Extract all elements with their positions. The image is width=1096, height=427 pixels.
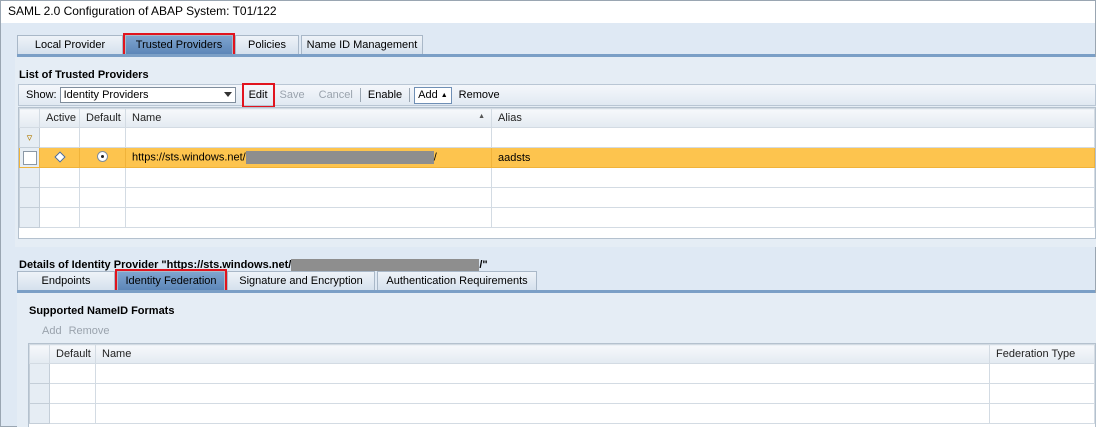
show-label: Show:: [26, 89, 57, 101]
tab-identity-federation[interactable]: Identity Federation: [115, 269, 227, 292]
row-select-box[interactable]: [22, 150, 37, 165]
tab-local-provider[interactable]: Local Provider: [17, 35, 123, 54]
tab-label: Policies: [248, 39, 286, 51]
table-row[interactable]: [29, 383, 1095, 404]
table-row[interactable]: [29, 403, 1095, 424]
add-button-label: Add: [418, 89, 438, 101]
active-cell: [39, 147, 80, 168]
row-selector[interactable]: [29, 363, 50, 384]
tab-label: Trusted Providers: [135, 39, 223, 51]
filter-default[interactable]: [79, 127, 126, 148]
tab-authentication-requirements[interactable]: Authentication Requirements: [377, 271, 537, 290]
table-row[interactable]: https://sts.windows.net/ / aadsts: [19, 147, 1095, 168]
add-menu-button[interactable]: Add ▲: [414, 86, 452, 104]
tab-policies[interactable]: Policies: [235, 35, 299, 54]
tab-endpoints[interactable]: Endpoints: [17, 271, 115, 290]
column-header-federation-type[interactable]: Federation Type: [989, 344, 1095, 364]
sort-ascending-icon: ▲: [478, 113, 485, 120]
save-button[interactable]: Save: [273, 86, 312, 104]
tab-signature-encryption[interactable]: Signature and Encryption: [227, 271, 375, 290]
window-title: SAML 2.0 Configuration of ABAP System: T…: [8, 4, 277, 18]
tab-label: Authentication Requirements: [386, 275, 528, 287]
tab-label: Local Provider: [34, 39, 106, 51]
trusted-toolbar: Show: Identity Providers Edit Save Cance…: [18, 82, 1096, 108]
row-selector[interactable]: [19, 167, 40, 188]
edit-button[interactable]: Edit: [241, 82, 275, 108]
row-selector[interactable]: [19, 207, 40, 228]
table-row[interactable]: [29, 363, 1095, 384]
trusted-list-title: List of Trusted Providers: [19, 69, 149, 81]
redacted-block: [245, 151, 434, 164]
tab-label: Signature and Encryption: [239, 275, 363, 287]
default-radio[interactable]: [97, 150, 108, 162]
tab-label: Identity Federation: [125, 275, 217, 287]
saml-config-window: SAML 2.0 Configuration of ABAP System: T…: [0, 0, 1096, 427]
table-row[interactable]: [19, 207, 1095, 228]
filter-name[interactable]: [125, 127, 492, 148]
redacted-block: [291, 259, 480, 271]
show-select-value: Identity Providers: [63, 89, 149, 101]
row-selector[interactable]: [29, 403, 50, 424]
details-title-suffix: /": [479, 259, 488, 271]
tab-label: Endpoints: [41, 275, 91, 287]
name-cell: https://sts.windows.net/ /: [125, 147, 492, 168]
filter-alias[interactable]: [491, 127, 1095, 148]
trusted-providers-table: Active Default Name ▲ Alias ▿ https://sts…: [18, 107, 1096, 239]
tab-name-id-management[interactable]: Name ID Management: [301, 35, 423, 54]
table-row[interactable]: [19, 167, 1095, 188]
provider-name-prefix: https://sts.windows.net/: [132, 151, 246, 164]
filter-active[interactable]: [39, 127, 80, 148]
remove-button[interactable]: Remove: [452, 86, 507, 104]
filter-cell[interactable]: ▿: [19, 127, 40, 148]
column-header-default[interactable]: Default: [49, 344, 96, 364]
enable-button[interactable]: Enable: [361, 86, 409, 104]
select-all-cell[interactable]: [19, 108, 40, 128]
alias-cell: aadsts: [491, 147, 1095, 168]
column-header-name-label: Name: [132, 112, 162, 124]
show-select[interactable]: Identity Providers: [59, 87, 236, 103]
toolbar-separator: [409, 88, 411, 102]
select-all-cell[interactable]: [29, 344, 50, 364]
default-cell[interactable]: [79, 147, 126, 168]
nameid-title: Supported NameID Formats: [29, 305, 175, 317]
details-tabstrip: Endpoints Identity Federation Signature …: [17, 269, 539, 292]
details-title-prefix: Details of Identity Provider "https://st…: [19, 259, 292, 271]
column-header-name[interactable]: Name ▲: [125, 108, 492, 128]
row-selector[interactable]: [19, 147, 40, 168]
details-title: Details of Identity Provider "https://st…: [19, 259, 488, 271]
column-header-name[interactable]: Name: [95, 344, 990, 364]
tab-label: Name ID Management: [306, 39, 418, 51]
column-header-active[interactable]: Active: [39, 108, 80, 128]
nameid-remove-button[interactable]: Remove: [69, 322, 117, 340]
provider-name-suffix: /: [433, 151, 437, 164]
nameid-add-button[interactable]: Add: [28, 322, 69, 340]
row-selector[interactable]: [29, 383, 50, 404]
cancel-button[interactable]: Cancel: [312, 86, 360, 104]
top-tabstrip: Local Provider Trusted Providers Policie…: [17, 33, 425, 56]
nameid-toolbar: Add Remove: [28, 320, 1096, 342]
diamond-status-icon: [53, 150, 66, 163]
filter-icon: ▿: [26, 132, 33, 144]
nameid-formats-table: Default Name Federation Type: [28, 343, 1096, 427]
row-selector[interactable]: [19, 187, 40, 208]
triangle-menu-icon: ▲: [440, 91, 448, 99]
column-header-default[interactable]: Default: [79, 108, 126, 128]
chevron-down-icon: [223, 92, 232, 97]
table-row[interactable]: [19, 187, 1095, 208]
column-header-alias[interactable]: Alias: [491, 108, 1095, 128]
tab-trusted-providers[interactable]: Trusted Providers: [123, 33, 235, 56]
